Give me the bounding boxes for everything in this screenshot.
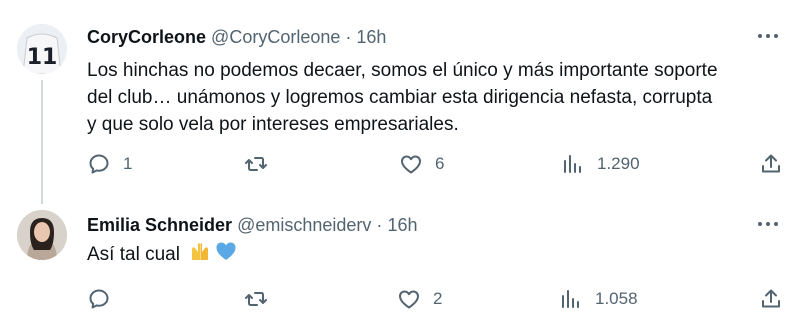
like-count: 6	[435, 154, 445, 173]
analytics-icon	[564, 155, 581, 173]
avatar-jersey-number: 11	[27, 45, 58, 70]
tweet-text: Así tal cual	[87, 240, 787, 270]
heart-icon	[401, 155, 421, 174]
avatar[interactable]: 11	[17, 24, 67, 74]
retweet-icon	[245, 292, 267, 306]
retweet-button[interactable]	[244, 149, 280, 179]
like-button[interactable]: 6	[399, 149, 444, 179]
reply-icon	[89, 154, 109, 174]
retweet-icon	[245, 157, 267, 171]
reply-count: 1	[123, 154, 133, 173]
views-button[interactable]: 1.058	[559, 284, 638, 314]
display-name[interactable]: CoryCorleone	[87, 27, 206, 47]
share-button[interactable]	[759, 284, 783, 314]
tweet-text-line: y que solo vela por intereses empresaria…	[87, 114, 459, 135]
tweet-header: Emilia Schneider @emischneiderv · 16h	[87, 214, 417, 236]
heart-icon	[399, 290, 419, 309]
blue-heart-emoji	[215, 240, 237, 270]
tweet-text: Los hinchas no podemos decaer, somos el …	[87, 57, 787, 138]
like-button[interactable]: 2	[397, 284, 442, 314]
timestamp[interactable]: 16h	[387, 215, 417, 235]
tweet-text-line: Los hinchas no podemos decaer, somos el …	[87, 60, 718, 81]
user-handle[interactable]: @CoryCorleone	[211, 27, 340, 47]
views-button[interactable]: 1.290	[561, 149, 640, 179]
analytics-icon	[562, 290, 579, 308]
tweet-text-line: del club… unámonos y logremos cambiar es…	[87, 87, 713, 108]
share-icon	[762, 154, 780, 173]
view-count: 1.290	[597, 154, 640, 173]
action-bar: 1 6 1.290	[87, 149, 787, 179]
tweet-corycorleone[interactable]: 11 CoryCorleone @CoryCorleone · 16h Los …	[0, 0, 800, 200]
more-options-icon[interactable]	[756, 220, 780, 228]
retweet-button[interactable]	[244, 284, 280, 314]
separator-dot: ·	[376, 215, 383, 235]
tweet-text-content: Así tal cual	[87, 244, 180, 265]
separator-dot: ·	[345, 27, 352, 47]
reply-button[interactable]: 1	[87, 149, 132, 179]
action-bar: 2 1.058	[87, 284, 787, 314]
like-count: 2	[433, 289, 443, 308]
reply-button[interactable]	[87, 284, 123, 314]
raising-hands-emoji	[189, 240, 211, 270]
more-options-icon[interactable]	[756, 32, 780, 40]
share-icon	[762, 289, 780, 308]
display-name[interactable]: Emilia Schneider	[87, 215, 232, 235]
timestamp[interactable]: 16h	[356, 27, 386, 47]
view-count: 1.058	[595, 289, 638, 308]
share-button[interactable]	[759, 149, 783, 179]
tweet-emilia-schneider[interactable]: Emilia Schneider @emischneiderv · 16h As…	[0, 200, 800, 323]
avatar[interactable]	[17, 210, 67, 260]
tweet-header: CoryCorleone @CoryCorleone · 16h	[87, 26, 386, 48]
reply-icon	[89, 289, 109, 309]
user-handle[interactable]: @emischneiderv	[237, 215, 371, 235]
